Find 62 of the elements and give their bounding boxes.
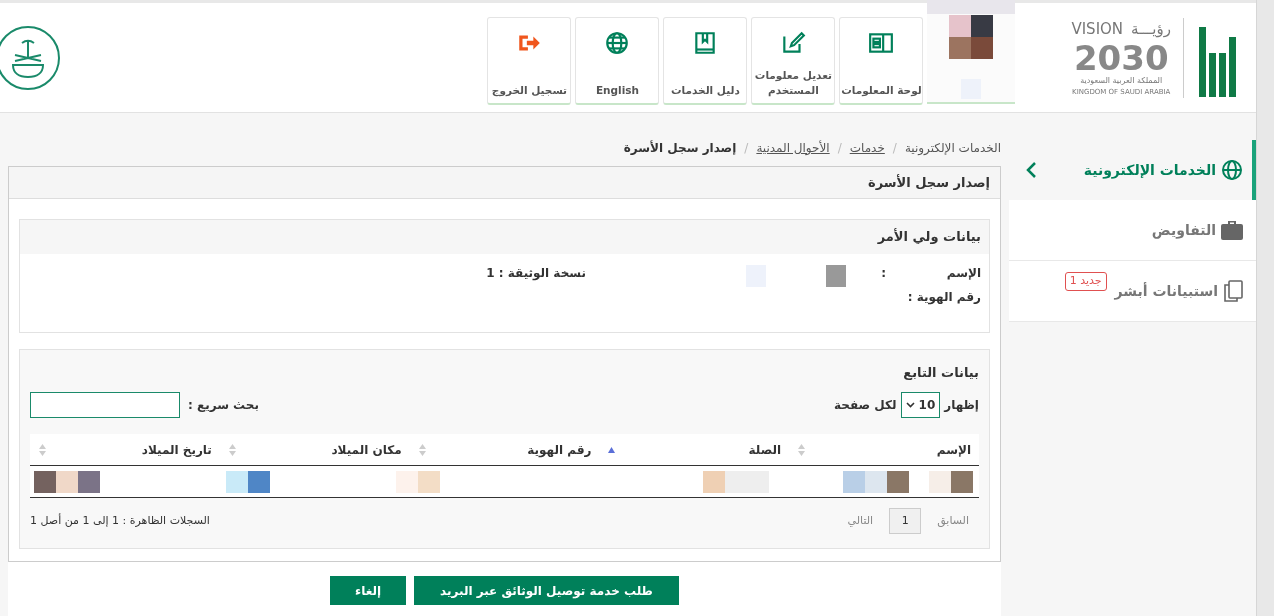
page-size-select[interactable]: 10 — [900, 392, 941, 418]
emblem-logo — [0, 25, 60, 90]
field-label: رقم الهوية : — [906, 289, 981, 306]
cancel-button[interactable]: إلغاء — [330, 576, 407, 605]
column-header[interactable]: مكان الميلاد — [219, 434, 410, 465]
nav-button[interactable]: تسجيل الخروج — [487, 17, 572, 105]
breadcrumb-link[interactable]: خدمات — [849, 138, 885, 157]
sort-icon — [797, 443, 807, 456]
request-button[interactable]: طلب خدمة توصيل الوثائق عبر البريد — [414, 576, 679, 605]
year-text: 2030 — [1073, 40, 1169, 75]
sort-icon — [417, 443, 427, 456]
country-arabic-text: المملكة العربية السعودية — [1080, 74, 1163, 87]
redacted-block — [843, 470, 909, 493]
panel-title: إصدار سجل الأسرة — [868, 173, 990, 192]
redacted-block — [929, 470, 973, 493]
sidebar-item[interactable]: التفاويض — [1009, 200, 1256, 261]
vision-arabic-text: رؤيـــة — [1131, 19, 1171, 40]
briefcase-icon — [1220, 219, 1244, 241]
breadcrumb-item: الخدمات الإلكترونية — [904, 139, 1001, 157]
sort-ascending-icon — [607, 445, 617, 454]
nav-button[interactable]: دليل الخدمات — [663, 17, 748, 105]
dashboard-icon — [868, 30, 895, 56]
chevron-left-icon — [1025, 161, 1037, 179]
redacted-block — [703, 470, 770, 493]
search-field[interactable] — [30, 392, 180, 418]
column-header[interactable]: رقم الهوية — [409, 434, 600, 465]
sort-icon — [38, 443, 47, 456]
breadcrumb-separator: / — [744, 139, 749, 157]
redacted-block — [225, 470, 270, 493]
new-badge: جديد 1 — [1064, 272, 1107, 291]
scrollbar[interactable] — [1256, 0, 1274, 616]
nav-button[interactable]: تعديل معلومات المستخدم — [751, 17, 836, 105]
records-info: السجلات الظاهرة : 1 إلى 1 من أصل 1 — [30, 512, 210, 529]
globe-icon — [604, 30, 631, 56]
show-label: إظهار — [944, 397, 979, 414]
sidebar-item[interactable]: استبيانات أبشر جديد 1 — [1009, 261, 1256, 322]
breadcrumb-link[interactable]: الأحوال المدنية — [756, 138, 830, 157]
redacted-block — [395, 470, 440, 493]
redacted-block — [33, 470, 100, 493]
nav-button[interactable]: لوحة المعلومات — [839, 17, 924, 105]
vision-text: VISION — [1071, 19, 1124, 40]
section-title: بيانات ولي الأمر — [877, 227, 981, 247]
field-colon: : — [880, 265, 886, 282]
field-label: نسخة الوثيقة : 1 — [486, 265, 586, 283]
column-header[interactable]: الإسم — [789, 434, 979, 465]
search-label: بحث سريع : — [188, 397, 259, 414]
sort-icon — [227, 443, 237, 456]
globe-icon — [1220, 158, 1244, 182]
nav-button[interactable]: English — [575, 17, 660, 105]
column-header[interactable]: تاريخ الميلاد — [30, 434, 220, 465]
chevron-down-icon — [905, 402, 915, 408]
redacted-block — [826, 265, 846, 287]
documents-icon — [1222, 279, 1244, 303]
per-page-label: لكل صفحة — [834, 397, 897, 414]
breadcrumb-separator: / — [892, 139, 897, 157]
column-header[interactable]: الصلة — [599, 434, 790, 465]
page-button[interactable]: 1 — [889, 508, 922, 534]
edit-icon — [780, 30, 807, 56]
section-title: بيانات التابع — [903, 363, 979, 382]
breadcrumb-separator: / — [837, 139, 842, 157]
field-label: الإسم — [945, 265, 981, 282]
breadcrumb-current: إصدار سجل الأسرة — [623, 139, 737, 157]
